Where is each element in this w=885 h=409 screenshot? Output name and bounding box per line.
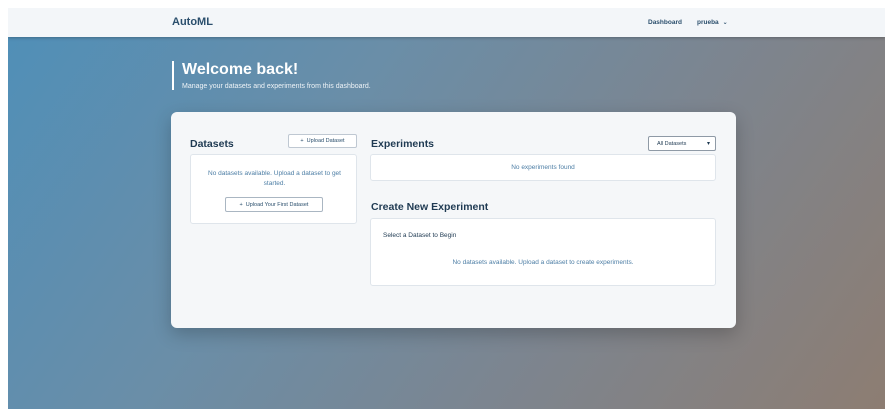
upload-dataset-label: Upload Dataset — [306, 138, 345, 144]
chevron-down-icon: ▾ — [706, 141, 710, 147]
welcome-header: Welcome back! Manage your datasets and e… — [172, 61, 371, 90]
upload-dataset-button[interactable]: + Upload Dataset — [288, 134, 357, 148]
plus-icon: + — [239, 201, 243, 208]
datasets-heading: Datasets — [190, 138, 234, 150]
chevron-down-icon: ⌄ — [722, 20, 728, 26]
app-viewport: AutoML Dashboard prueba ⌄ Welcome back! … — [8, 8, 885, 409]
upload-first-dataset-label: Upload Your First Dataset — [245, 201, 309, 208]
user-name: prueba — [697, 19, 719, 26]
brand-logo[interactable]: AutoML — [172, 16, 213, 28]
user-menu[interactable]: prueba ⌄ — [697, 19, 728, 26]
datasets-empty-message: No datasets available. Upload a dataset … — [208, 170, 341, 187]
create-experiment-panel: Select a Dataset to Begin No datasets av… — [370, 218, 716, 286]
page-subtitle: Manage your datasets and experiments fro… — [182, 83, 371, 90]
select-dataset-label: Select a Dataset to Begin — [383, 232, 457, 239]
page-title: Welcome back! — [182, 61, 299, 78]
dashboard-card: Datasets + Upload Dataset No datasets av… — [171, 112, 736, 328]
experiments-panel: No experiments found — [370, 154, 716, 181]
create-empty-message: No datasets available. Upload a dataset … — [452, 259, 634, 266]
datasets-panel: No datasets available. Upload a dataset … — [190, 154, 357, 224]
experiments-heading: Experiments — [371, 138, 435, 150]
nav-link-dashboard[interactable]: Dashboard — [648, 19, 682, 26]
plus-icon: + — [300, 138, 304, 144]
top-navbar: AutoML Dashboard prueba ⌄ — [8, 8, 885, 37]
upload-first-dataset-button[interactable]: + Upload Your First Dataset — [225, 197, 323, 212]
create-experiment-heading: Create New Experiment — [371, 201, 489, 213]
experiments-empty-message: No experiments found — [511, 164, 575, 171]
dataset-filter-value: All Datasets — [657, 140, 687, 147]
dataset-filter-select[interactable]: All Datasets ▾ — [648, 136, 716, 151]
